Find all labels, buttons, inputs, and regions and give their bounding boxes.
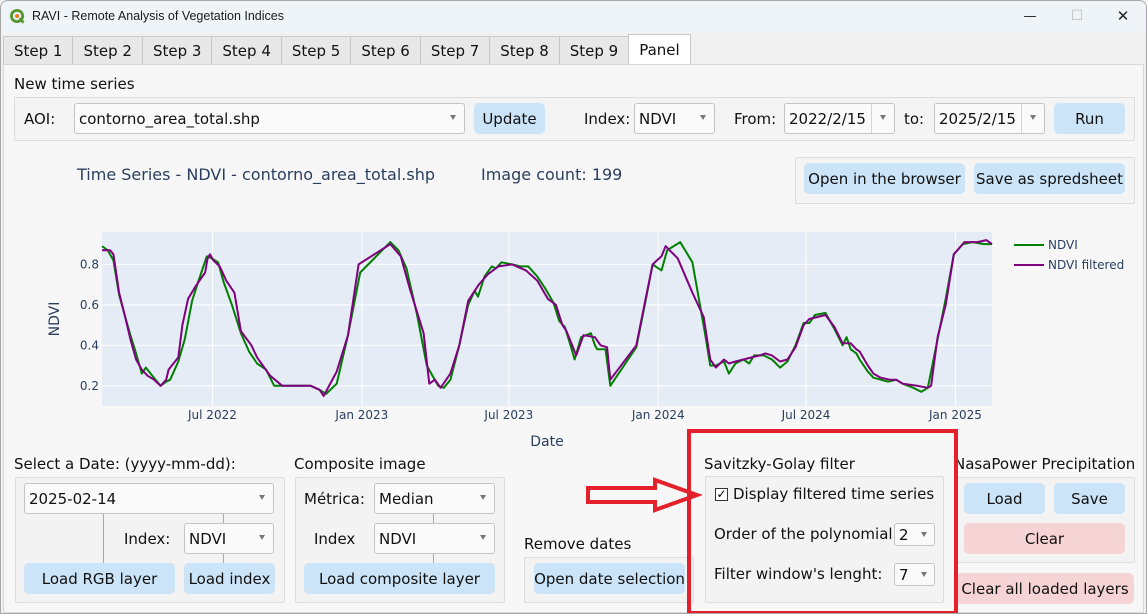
load-composite-layer-button[interactable]: Load composite layer xyxy=(304,563,495,594)
date-index-label: Index: xyxy=(124,530,171,548)
tab-step-9[interactable]: Step 9 xyxy=(558,36,630,64)
to-label: to: xyxy=(904,110,925,128)
chart-title: Time Series - NDVI - contorno_area_total… xyxy=(77,165,436,184)
chevron-down-icon xyxy=(700,115,706,120)
tab-step-8[interactable]: Step 8 xyxy=(489,36,560,64)
precip-clear-button[interactable]: Clear xyxy=(964,523,1125,554)
open-date-selection-button[interactable]: Open date selection xyxy=(534,563,685,594)
composite-image-label: Composite image xyxy=(294,455,426,473)
update-button[interactable]: Update xyxy=(474,103,545,134)
tab-step-3[interactable]: Step 3 xyxy=(141,36,213,64)
chevron-down-icon xyxy=(259,495,265,500)
step-tabs: Step 1 Step 2 Step 3 Step 4 Step 5 Step … xyxy=(3,34,691,65)
aoi-value: contorno_area_total.shp xyxy=(79,109,260,128)
metric-select[interactable]: Median xyxy=(374,483,495,514)
divider xyxy=(871,104,872,133)
nasapower-label: NasaPower Precipitation xyxy=(954,455,1136,473)
load-index-button[interactable]: Load index xyxy=(184,563,275,594)
aoi-select[interactable]: contorno_area_total.shp xyxy=(74,103,465,134)
load-rgb-layer-button[interactable]: Load RGB layer xyxy=(24,563,175,594)
new-time-series-label: New time series xyxy=(14,75,135,93)
aoi-label: AOI: xyxy=(24,110,56,128)
chevron-down-icon xyxy=(480,495,486,500)
tab-step-1[interactable]: Step 1 xyxy=(3,36,74,64)
select-date-label: Select a Date: (yyyy-mm-dd): xyxy=(14,455,236,473)
tab-panel[interactable]: Panel xyxy=(628,34,691,65)
date-select[interactable]: 2025-02-14 xyxy=(24,483,274,514)
index-value: NDVI xyxy=(639,109,677,128)
layout-connector xyxy=(103,513,104,565)
tab-label: Step 5 xyxy=(291,41,341,60)
app-window: RAVI - Remote Analysis of Vegetation Ind… xyxy=(0,0,1147,614)
tab-label: Step 4 xyxy=(222,41,271,60)
date-index-select[interactable]: NDVI xyxy=(184,523,274,554)
tab-label: Step 9 xyxy=(569,41,619,60)
index-select[interactable]: NDVI xyxy=(634,103,715,134)
from-date-value: 2022/2/15 xyxy=(789,109,866,128)
tab-step-6[interactable]: Step 6 xyxy=(350,36,421,64)
layout-connector xyxy=(223,513,224,523)
window-title: RAVI - Remote Analysis of Vegetation Ind… xyxy=(32,9,284,23)
metric-value: Median xyxy=(379,489,434,508)
tab-label: Step 1 xyxy=(14,41,63,60)
close-button[interactable]: ✕ xyxy=(1100,1,1146,31)
tab-label: Step 3 xyxy=(152,41,202,60)
from-date-input[interactable]: 2022/2/15 xyxy=(784,103,895,134)
close-icon: ✕ xyxy=(1116,7,1130,25)
composite-index-select[interactable]: NDVI xyxy=(374,523,495,554)
title-bar: RAVI - Remote Analysis of Vegetation Ind… xyxy=(1,1,1146,33)
precip-load-button[interactable]: Load xyxy=(964,483,1045,514)
highlight-box xyxy=(687,429,958,613)
composite-index-value: NDVI xyxy=(379,529,417,548)
tab-label: Step 2 xyxy=(83,41,132,60)
open-in-browser-button[interactable]: Open in the browser xyxy=(804,163,965,194)
maximize-button[interactable]: ☐ xyxy=(1054,1,1100,31)
right-arrow-icon xyxy=(586,477,703,513)
to-date-input[interactable]: 2025/2/15 xyxy=(934,103,1045,134)
precip-save-button[interactable]: Save xyxy=(1054,483,1125,514)
save-as-spreadsheet-button[interactable]: Save as spredsheet xyxy=(974,163,1125,194)
clear-all-layers-button[interactable]: Clear all loaded layers xyxy=(956,573,1134,604)
to-date-value: 2025/2/15 xyxy=(939,109,1016,128)
index-label: Index: xyxy=(584,110,631,128)
maximize-icon: ☐ xyxy=(1070,8,1084,24)
composite-index-label: Index xyxy=(314,530,356,548)
tab-step-4[interactable]: Step 4 xyxy=(211,36,282,64)
chevron-down-icon xyxy=(450,115,456,120)
remove-dates-label: Remove dates xyxy=(524,535,632,553)
tab-step-5[interactable]: Step 5 xyxy=(280,36,352,64)
tab-label: Panel xyxy=(639,41,680,59)
date-value: 2025-02-14 xyxy=(29,489,117,508)
chevron-down-icon xyxy=(480,535,486,540)
tab-label: Step 8 xyxy=(500,41,549,60)
chevron-down-icon[interactable] xyxy=(1030,115,1036,120)
image-count: Image count: 199 xyxy=(481,165,623,184)
layout-connector xyxy=(433,513,434,523)
divider xyxy=(1021,104,1022,133)
metric-label: Métrica: xyxy=(304,490,365,508)
minimize-icon: — xyxy=(1023,8,1037,24)
chevron-down-icon xyxy=(259,535,265,540)
tab-label: Step 6 xyxy=(361,41,410,60)
chevron-down-icon[interactable] xyxy=(880,115,886,120)
tab-step-7[interactable]: Step 7 xyxy=(419,36,491,64)
tab-label: Step 7 xyxy=(430,41,480,60)
date-index-value: NDVI xyxy=(189,529,227,548)
qgis-logo-icon xyxy=(10,9,25,24)
tab-step-2[interactable]: Step 2 xyxy=(72,36,143,64)
from-label: From: xyxy=(734,110,777,128)
run-button[interactable]: Run xyxy=(1054,103,1125,134)
minimize-button[interactable]: — xyxy=(1007,1,1053,31)
